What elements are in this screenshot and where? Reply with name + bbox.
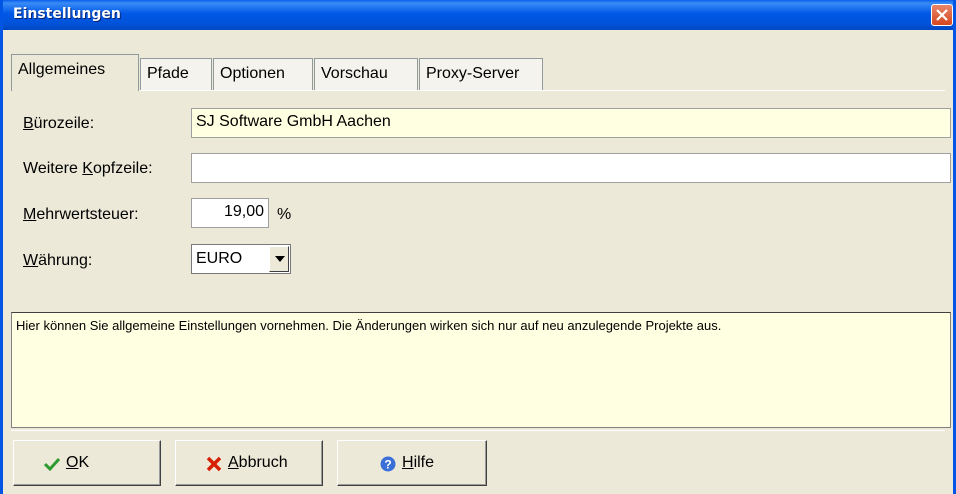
mwst-input[interactable]: 19,00 <box>191 198 269 228</box>
cross-icon <box>206 456 222 472</box>
info-text: Hier können Sie allgemeine Einstellungen… <box>16 318 722 333</box>
cancel-label: Abbruch <box>228 454 288 471</box>
tab-label: Proxy-Server <box>426 65 520 82</box>
mwst-label: Mehrwertsteuer: <box>23 206 139 223</box>
ok-button[interactable]: OK <box>13 440 161 486</box>
tab-vorschau[interactable]: Vorschau <box>314 58 418 90</box>
svg-text:?: ? <box>384 458 391 472</box>
separator <box>11 430 945 431</box>
kopfzeile-label: Weitere Kopfzeile: <box>23 160 153 177</box>
buerozeile-input[interactable]: SJ Software GmbH Aachen <box>191 108 951 138</box>
tab-panel-border <box>11 90 945 91</box>
waehrung-label: Währung: <box>23 252 93 269</box>
window-title: Einstellungen <box>13 6 121 22</box>
waehrung-select[interactable]: EURO <box>191 244 291 274</box>
info-box: Hier können Sie allgemeine Einstellungen… <box>11 312 951 428</box>
tab-label: Allgemeines <box>18 61 106 78</box>
waehrung-value: EURO <box>196 250 243 267</box>
kopfzeile-input[interactable] <box>191 153 951 183</box>
tab-label: Optionen <box>220 65 285 82</box>
settings-window: Einstellungen Allgemeines Pfade Optionen… <box>0 0 956 494</box>
mwst-unit: % <box>277 206 292 223</box>
checkmark-icon <box>44 457 60 471</box>
buerozeile-label: Bürozeile: <box>23 115 95 132</box>
help-icon: ? <box>380 456 396 472</box>
tab-proxy-server[interactable]: Proxy-Server <box>419 58 543 90</box>
ok-label: OK <box>66 454 90 471</box>
tab-allgemeines[interactable]: Allgemeines <box>11 54 139 91</box>
tab-optionen[interactable]: Optionen <box>213 58 313 90</box>
close-icon <box>936 9 948 21</box>
help-button[interactable]: ? Hilfe <box>337 440 487 486</box>
tab-label: Vorschau <box>321 65 388 82</box>
close-button[interactable] <box>931 4 953 26</box>
help-label: Hilfe <box>402 454 435 471</box>
title-bar[interactable]: Einstellungen <box>3 0 953 30</box>
tab-label: Pfade <box>147 65 189 82</box>
chevron-down-icon <box>275 256 285 262</box>
cancel-button[interactable]: Abbruch <box>175 440 323 486</box>
dropdown-button[interactable] <box>269 246 289 272</box>
tab-pfade[interactable]: Pfade <box>140 58 212 90</box>
